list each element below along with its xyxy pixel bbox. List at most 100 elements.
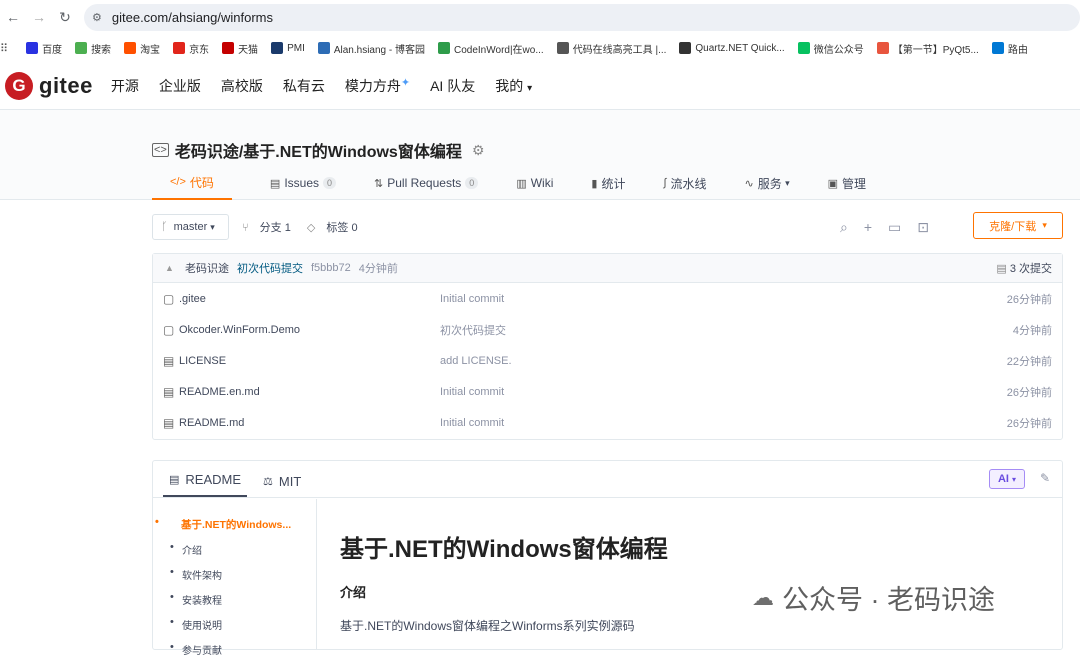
file-icon: ▤: [163, 353, 175, 368]
tags-link[interactable]: ◇ 标签 0: [307, 219, 366, 235]
clone-download-button[interactable]: 克隆/下载 ▾: [973, 212, 1063, 239]
file-row[interactable]: ▤ LICENSE add LICENSE. 22分钟前: [153, 345, 1062, 376]
file-commit-time: 26分钟前: [1006, 386, 1052, 399]
tags-label: 标签 0: [326, 222, 358, 234]
bookmark-item[interactable]: Quartz.NET Quick...: [679, 42, 785, 54]
toc-item[interactable]: 软件架构: [153, 566, 316, 582]
url-text: gitee.com/ahsiang/winforms: [111, 10, 274, 25]
branch-selector[interactable]: ᚴ master ▾: [152, 214, 229, 240]
tab-license[interactable]: ⚖ MIT: [257, 474, 307, 497]
folder-icon: ▢: [163, 291, 175, 306]
file-name[interactable]: README.en.md: [179, 386, 439, 398]
commit-total-label: 3 次提交: [1009, 263, 1052, 275]
pr-count: 0: [465, 177, 479, 189]
sparkle-icon: ✦: [400, 76, 411, 89]
commit-sha[interactable]: f5bbb72: [311, 262, 351, 274]
file-table: ▲ 老码识途 初次代码提交 f5bbb72 4分钟前 ▤ 3 次提交 ▢ .git…: [152, 253, 1063, 440]
tab-readme[interactable]: ▤ README: [163, 472, 248, 497]
bookmark-item[interactable]: CodeInWord|在wo...: [438, 41, 544, 56]
nav-enterprise[interactable]: 企业版: [159, 76, 201, 96]
bookmark-item[interactable]: 【第一节】PyQt5...: [876, 41, 979, 56]
commit-author[interactable]: 老码识途: [185, 260, 229, 276]
bookmark-item[interactable]: 搜索: [75, 41, 111, 56]
bookmark-label: 微信公众号: [813, 44, 864, 56]
wechat-icon: ☁: [752, 584, 774, 610]
file-row[interactable]: ▢ Okcoder.WinForm.Demo 初次代码提交 4分钟前: [153, 314, 1062, 345]
toc-item[interactable]: 参与贡献: [153, 641, 316, 657]
bookmark-item[interactable]: 微信公众号: [797, 41, 864, 56]
toc-item[interactable]: 安装教程: [153, 591, 316, 607]
commit-message[interactable]: 初次代码提交: [237, 260, 303, 276]
project-title-text[interactable]: 老码识途/基于.NET的Windows窗体编程: [175, 138, 462, 162]
nav-mine[interactable]: 我的 ▾: [495, 76, 532, 96]
file-name[interactable]: Okcoder.WinForm.Demo: [179, 324, 439, 336]
branches-link[interactable]: ⑂ 分支 1: [242, 219, 299, 235]
repo-tools: ⌕ + ▭ ⊡: [840, 219, 945, 236]
nav-private-cloud[interactable]: 私有云: [283, 76, 325, 96]
tab-issues-label: Issues: [284, 176, 320, 190]
bookmark-item[interactable]: 代码在线高亮工具 |...: [556, 41, 666, 56]
toc-item[interactable]: 使用说明: [153, 616, 316, 632]
file-name[interactable]: LICENSE: [179, 355, 439, 367]
bookmark-item[interactable]: PMI: [271, 42, 305, 54]
bookmark-item[interactable]: 路由: [991, 41, 1028, 56]
toc-item[interactable]: 介绍: [153, 541, 316, 557]
site-settings-icon[interactable]: ⚙: [92, 11, 102, 24]
ai-label: AI: [997, 473, 1009, 485]
tab-code[interactable]: </> 代码: [152, 172, 232, 200]
nav-ai[interactable]: AI 队友: [430, 76, 475, 96]
logo-icon: G: [5, 71, 33, 100]
nav-education[interactable]: 高校版: [221, 76, 263, 96]
bookmark-item[interactable]: 淘宝: [124, 41, 160, 56]
tab-pr-label: Pull Requests: [387, 176, 462, 190]
tab-pull-requests[interactable]: ⇅ Pull Requests 0: [374, 172, 479, 194]
apps-icon[interactable]: ⠿: [0, 42, 8, 55]
plus-icon[interactable]: +: [864, 219, 872, 236]
tab-services[interactable]: ∿ 服务 ▾: [745, 172, 790, 194]
file-name[interactable]: README.md: [179, 417, 439, 429]
codespace-icon[interactable]: ⊡: [917, 219, 929, 236]
clone-label: 克隆/下载: [989, 220, 1037, 233]
nav-opensource[interactable]: 开源: [111, 76, 139, 96]
tab-stats[interactable]: ▮ 统计: [591, 172, 625, 194]
bookmark-item[interactable]: 天猫: [222, 41, 258, 56]
tab-pipeline[interactable]: ∫ 流水线: [663, 172, 706, 194]
bookmark-item[interactable]: 京东: [173, 41, 209, 56]
gitee-logo[interactable]: G gitee: [5, 71, 93, 100]
tab-wiki[interactable]: ▥ Wiki: [516, 172, 553, 194]
forward-icon[interactable]: →: [26, 9, 52, 25]
file-commit-time: 26分钟前: [1006, 293, 1052, 306]
project-tabs: </> 代码 ▤ Issues 0 ⇅ Pull Requests 0 ▥ Wiki ▮ 统计…: [152, 172, 904, 200]
badge-icon[interactable]: ⚙: [472, 142, 485, 159]
file-commit-message[interactable]: 初次代码提交: [440, 322, 506, 338]
file-commit-message[interactable]: Initial commit: [440, 293, 504, 305]
back-icon[interactable]: ←: [0, 9, 26, 25]
web-ide-icon[interactable]: ▭: [888, 219, 901, 236]
bookmark-item[interactable]: Alan.hsiang - 博客园: [317, 41, 425, 56]
logo-text: gitee: [39, 72, 93, 98]
ai-button[interactable]: AI ▾: [989, 469, 1025, 489]
file-commit-message[interactable]: add LICENSE.: [440, 355, 512, 367]
bookmark-item[interactable]: 百度: [26, 41, 62, 56]
commit-total[interactable]: ▤ 3 次提交: [996, 260, 1052, 276]
search-icon[interactable]: ⌕: [840, 219, 848, 236]
tab-issues[interactable]: ▤ Issues 0: [269, 172, 337, 194]
bookmark-label: Quartz.NET Quick...: [695, 42, 785, 54]
file-commit-message[interactable]: Initial commit: [440, 417, 504, 429]
readme-panel: ▤README ⚖MIT AI ▾ ✎ 基于.NET的Windows... 介绍软…: [152, 460, 1063, 657]
file-row[interactable]: ▤ README.en.md Initial commit 26分钟前: [153, 376, 1062, 407]
folder-icon: ▢: [163, 322, 175, 337]
nav-moli[interactable]: 模力方舟✦: [345, 76, 410, 96]
reload-icon[interactable]: ↻: [52, 9, 78, 26]
readme-toc: 基于.NET的Windows... 介绍软件架构安装教程使用说明参与贡献: [153, 499, 317, 657]
file-name[interactable]: .gitee: [179, 293, 439, 305]
address-bar[interactable]: ⚙ gitee.com/ahsiang/winforms: [84, 4, 1080, 31]
tab-manage[interactable]: ▣ 管理: [828, 172, 866, 194]
toc-item[interactable]: 基于.NET的Windows...: [153, 516, 316, 532]
file-row[interactable]: ▢ .gitee Initial commit 26分钟前: [153, 283, 1062, 314]
issues-icon: ▤: [269, 177, 281, 190]
file-commit-message[interactable]: Initial commit: [440, 386, 504, 398]
edit-icon[interactable]: ✎: [1040, 471, 1050, 485]
file-row[interactable]: ▤ README.md Initial commit 26分钟前: [153, 407, 1062, 438]
cnblogs-icon: [317, 42, 330, 54]
